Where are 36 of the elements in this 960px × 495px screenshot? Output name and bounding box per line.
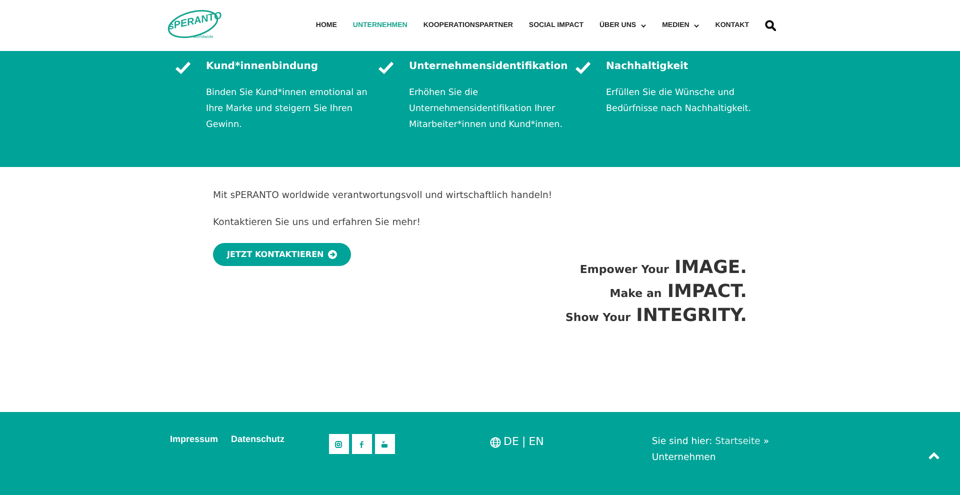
feature-title: Nachhaltigkeit <box>606 61 690 73</box>
facebook-icon <box>358 440 366 448</box>
contact-button[interactable]: JETZT KONTAKTIEREN <box>213 243 351 266</box>
feature-title: Unternehmensidentifikation <box>409 61 569 73</box>
check-icon <box>575 61 591 74</box>
feature-title: Kund*innenbindung <box>206 61 320 73</box>
slogan-line: Empower Your IMAGE. <box>578 257 747 280</box>
slogan-line: Show Your INTEGRITY. <box>566 305 747 328</box>
instagram-icon <box>335 440 342 448</box>
social-button[interactable] <box>374 434 395 454</box>
footer-link[interactable]: Datenschutz <box>231 434 285 448</box>
social-button[interactable] <box>352 434 372 454</box>
check-icon <box>175 61 191 74</box>
search-button[interactable] <box>765 20 776 31</box>
intro-text: Kontaktieren Sie uns und erfahren Sie mehr! <box>213 216 422 230</box>
slogan-line: Make an IMPACT. <box>608 281 747 304</box>
youtube-icon <box>381 440 388 448</box>
breadcrumb-text: Sie sind hier: Startseite » Unternehmen <box>652 435 770 465</box>
caret-icon <box>694 24 700 28</box>
footer-link[interactable]: Impressum <box>170 434 218 448</box>
chevron-up-icon <box>928 452 940 460</box>
search-icon <box>765 20 776 31</box>
globe-icon <box>490 436 501 448</box>
feature-text: Erfüllen Sie die Wünsche und Bedürfnisse nach Nachhaltigkeit. <box>606 87 752 116</box>
language-link[interactable]: DE <box>504 434 519 450</box>
check-icon <box>378 61 394 74</box>
feature-text: Erhöhen Sie die Unternehmensidentifikation Ihrer Mitarbeiter*innen und Kund*innen. <box>409 87 564 132</box>
language-link[interactable]: EN <box>528 434 544 450</box>
social-button[interactable] <box>328 434 349 454</box>
arrow-circle-icon <box>328 250 337 259</box>
scroll-top-button[interactable] <box>926 450 942 462</box>
feature-text: Binden Sie Kund*innen emotional an Ihre Marke und steigern Sie Ihren Gewinn. <box>206 87 368 132</box>
caret-icon <box>641 24 646 28</box>
breadcrumb-link[interactable]: Startseite <box>715 436 760 447</box>
language-separator: | <box>522 434 526 450</box>
intro-text: Mit sPERANTO worldwide verantwortungsvoll und wirtschaftlich handeln! <box>213 189 554 203</box>
